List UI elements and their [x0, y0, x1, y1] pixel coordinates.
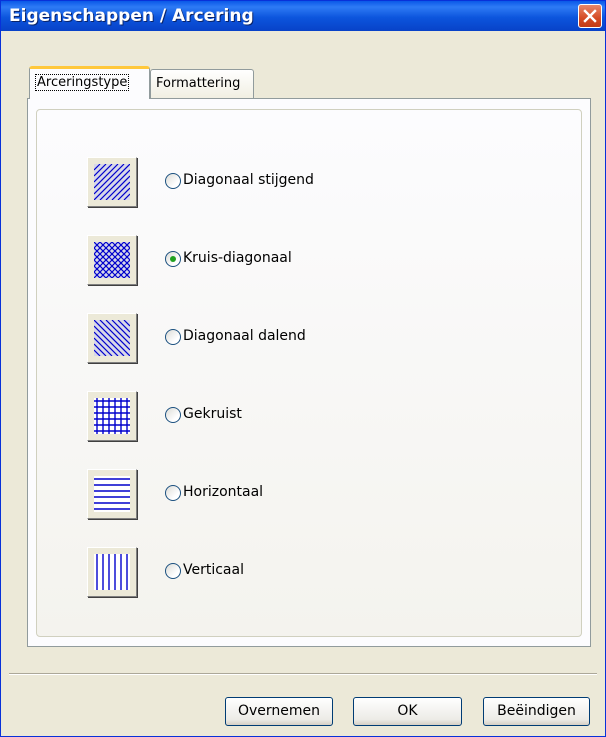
radio-vertical[interactable]	[165, 563, 181, 579]
vertical-hatch-icon	[94, 554, 130, 590]
option-label: Horizontaal	[183, 484, 264, 500]
window-title: Eigenschappen / Arcering	[9, 6, 254, 26]
hatch-options-group: Diagonaal stijgend Kruis-diagonaal Diago…	[36, 109, 582, 637]
hatch-option-cross-diagonal[interactable]: Kruis-diagonaal	[37, 235, 577, 285]
tab-panel: Diagonaal stijgend Kruis-diagonaal Diago…	[27, 98, 591, 647]
option-label: Diagonaal dalend	[183, 328, 306, 344]
radio-diagonal-rising[interactable]	[165, 173, 181, 189]
hatch-option-diagonal-rising[interactable]: Diagonaal stijgend	[37, 157, 577, 207]
vertical-pattern-icon[interactable]	[87, 547, 137, 597]
option-label: Diagonaal stijgend	[183, 172, 314, 188]
tab-formattering[interactable]: Formattering	[150, 69, 254, 98]
radio-grid[interactable]	[165, 407, 181, 423]
tab-arceringstype[interactable]: Arceringstype	[29, 66, 150, 99]
horizontal-pattern-icon[interactable]	[87, 469, 137, 519]
button-separator	[9, 673, 597, 675]
grid-hatch-icon	[94, 398, 130, 434]
horizontal-hatch-icon	[94, 476, 130, 512]
diagonal-rising-hatch-icon	[94, 164, 130, 200]
cross-diagonal-pattern-icon[interactable]	[87, 235, 137, 285]
cross-diagonal-hatch-icon	[94, 242, 130, 278]
ok-button[interactable]: OK	[353, 697, 462, 726]
option-label: Gekruist	[183, 406, 242, 422]
hatch-option-grid[interactable]: Gekruist	[37, 391, 577, 441]
option-label: Verticaal	[183, 562, 244, 578]
diagonal-falling-hatch-icon	[94, 320, 130, 356]
dialog-window: Eigenschappen / Arcering Arceringstype F…	[0, 0, 606, 737]
close-icon	[583, 9, 597, 23]
tab-label: Arceringstype	[35, 74, 130, 91]
diagonal-falling-pattern-icon[interactable]	[87, 313, 137, 363]
close-button[interactable]	[578, 4, 602, 28]
diagonal-rising-pattern-icon[interactable]	[87, 157, 137, 207]
close-dialog-button[interactable]: Beëindigen	[483, 697, 590, 726]
hatch-option-vertical[interactable]: Verticaal	[37, 547, 577, 597]
radio-diagonal-falling[interactable]	[165, 329, 181, 345]
radio-horizontal[interactable]	[165, 485, 181, 501]
hatch-option-diagonal-falling[interactable]: Diagonaal dalend	[37, 313, 577, 363]
apply-button[interactable]: Overnemen	[225, 697, 333, 726]
title-bar[interactable]: Eigenschappen / Arcering	[1, 1, 605, 31]
radio-cross-diagonal[interactable]	[165, 251, 181, 267]
hatch-option-horizontal[interactable]: Horizontaal	[37, 469, 577, 519]
option-label: Kruis-diagonaal	[183, 250, 292, 266]
tab-label: Formattering	[156, 76, 241, 91]
grid-pattern-icon[interactable]	[87, 391, 137, 441]
